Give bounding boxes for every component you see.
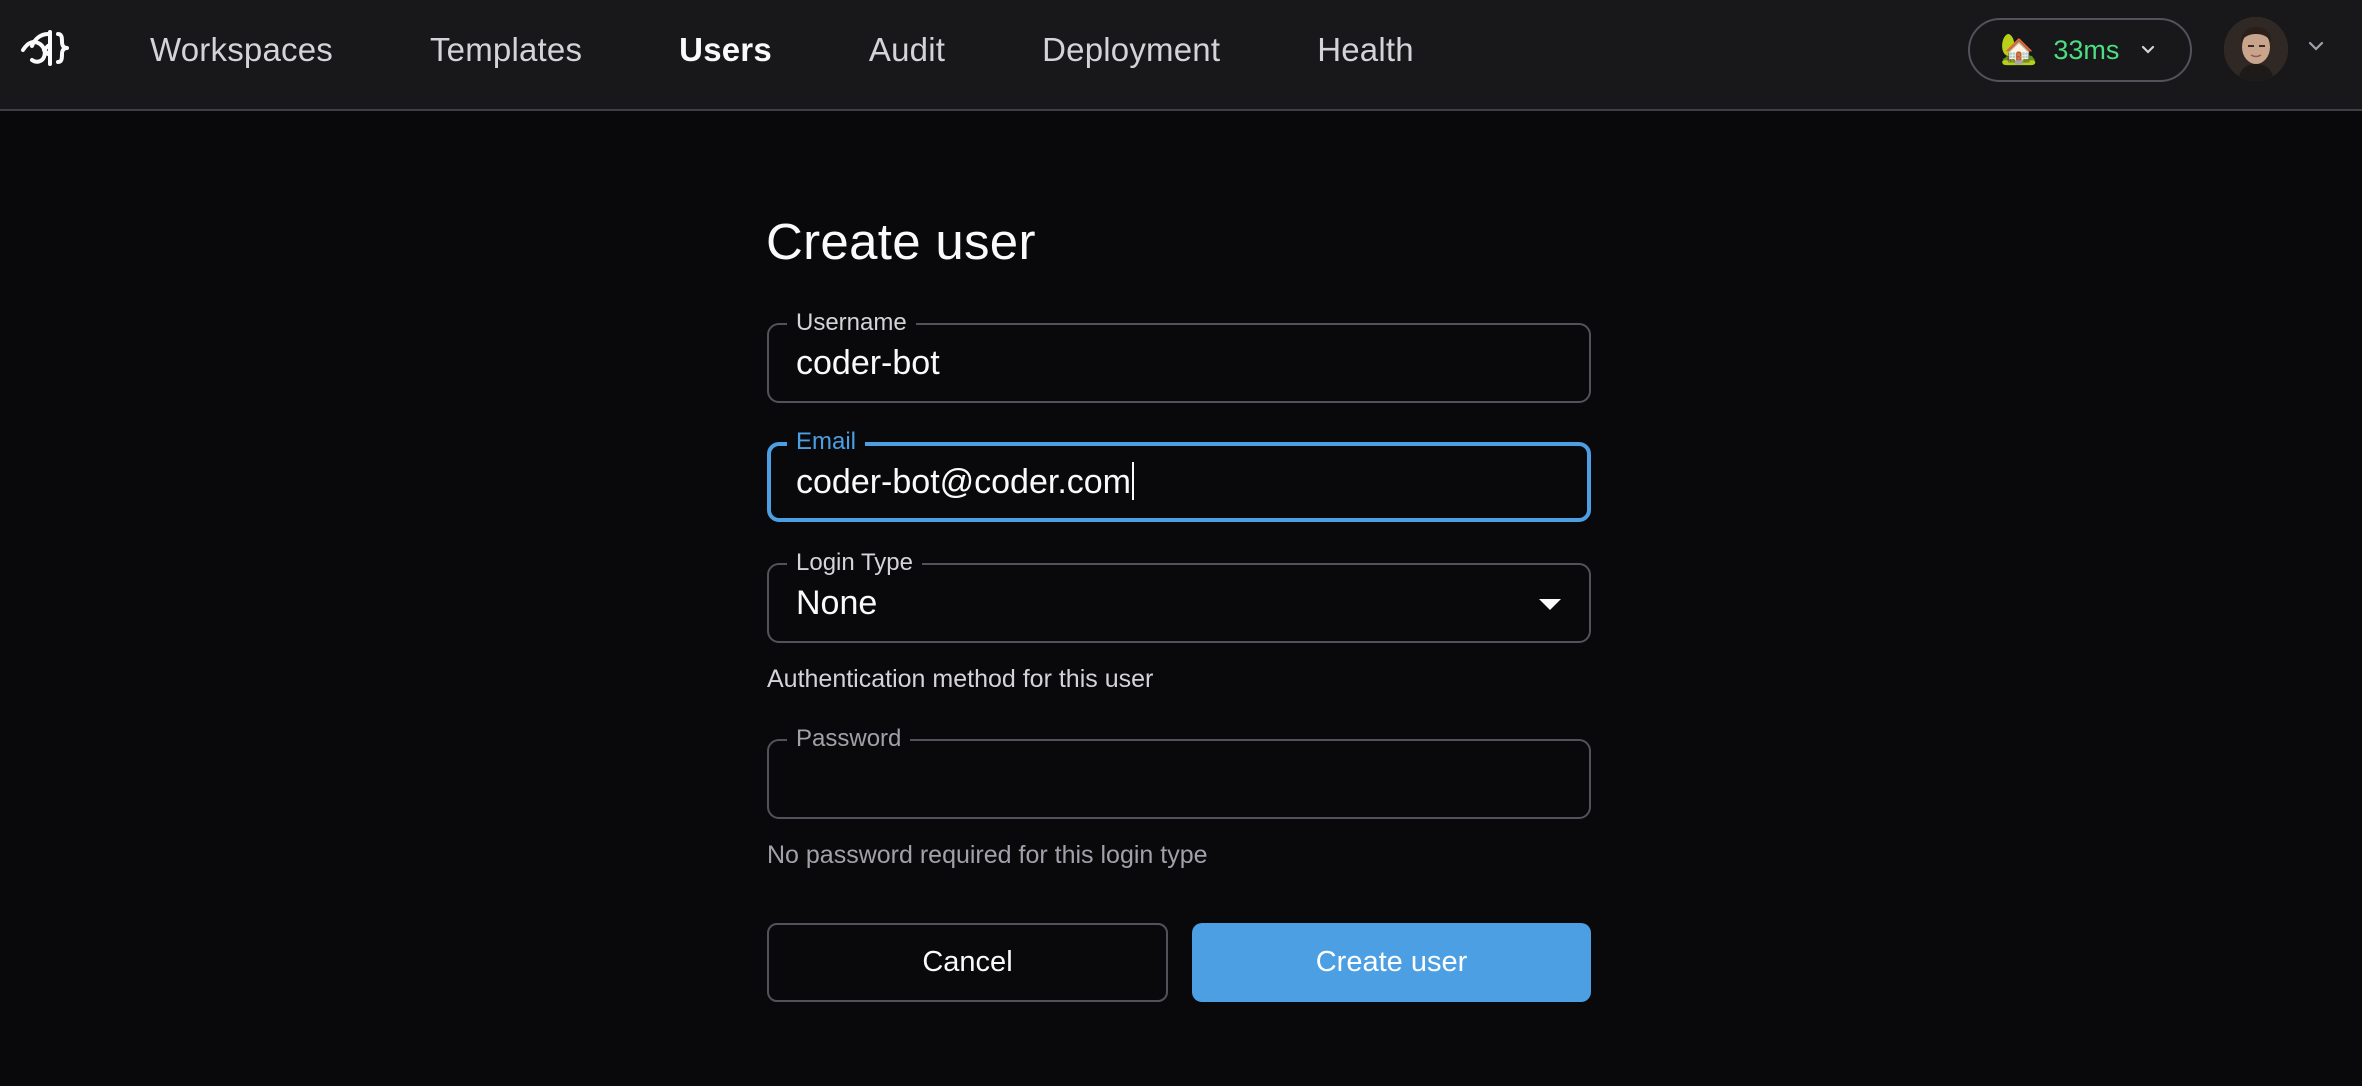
account-menu-chevron-icon[interactable]: [2308, 40, 2324, 52]
nav-templates[interactable]: Templates: [430, 31, 582, 69]
password-helper: No password required for this login type: [767, 841, 1208, 869]
page-title: Create user: [766, 213, 1036, 270]
nav-audit[interactable]: Audit: [869, 31, 945, 69]
email-value-wrap: coder-bot@coder.com: [796, 446, 1135, 518]
login-type-value: None: [796, 584, 878, 622]
avatar-photo-icon: [2224, 17, 2288, 81]
create-user-button[interactable]: Create user: [1192, 923, 1591, 1002]
dropdown-arrow-icon: [1539, 599, 1561, 610]
username-value: coder-bot: [796, 344, 940, 382]
cancel-button[interactable]: Cancel: [767, 923, 1168, 1002]
email-value: coder-bot@coder.com: [796, 463, 1132, 501]
text-caret: [1132, 462, 1135, 501]
username-field[interactable]: Username coder-bot: [767, 310, 1591, 403]
password-label: Password: [787, 726, 911, 752]
latency-value: 33ms: [2053, 34, 2120, 65]
top-navbar: Workspaces Templates Users Audit Deploym…: [0, 0, 2362, 111]
nav-deployment[interactable]: Deployment: [1042, 31, 1220, 69]
password-field[interactable]: Password: [767, 726, 1591, 819]
nav-health[interactable]: Health: [1317, 31, 1414, 69]
nav-workspaces[interactable]: Workspaces: [150, 31, 333, 69]
coder-logo-icon[interactable]: [20, 26, 72, 70]
email-field[interactable]: Email coder-bot@coder.com: [767, 429, 1591, 522]
region-house-icon: 🏡: [2000, 33, 2038, 66]
user-avatar[interactable]: [2224, 17, 2288, 81]
proxy-latency-selector[interactable]: 🏡 33ms: [1968, 18, 2192, 82]
main-nav: Workspaces Templates Users Audit Deploym…: [150, 0, 1511, 100]
login-type-helper: Authentication method for this user: [767, 665, 1154, 693]
chevron-down-icon: [2142, 45, 2155, 54]
login-type-select[interactable]: Login Type None: [767, 550, 1591, 643]
nav-users[interactable]: Users: [679, 31, 772, 69]
